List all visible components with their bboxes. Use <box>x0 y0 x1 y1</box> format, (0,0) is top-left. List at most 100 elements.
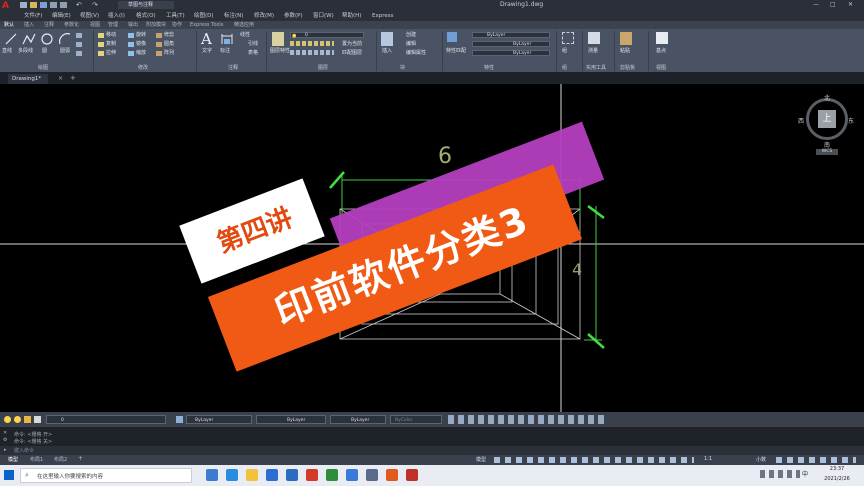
menu-draw[interactable]: 绘图(D) <box>194 11 214 21</box>
app-icon-grey[interactable] <box>366 469 378 481</box>
layout1-tab[interactable]: 布局1 <box>30 456 43 463</box>
minimize-button[interactable]: — <box>813 1 819 8</box>
layer-color-swatch[interactable] <box>34 416 41 423</box>
command-close-icon[interactable]: ✕ <box>3 430 7 436</box>
layer-tools-row-2[interactable] <box>290 50 334 55</box>
status-toggle-icons[interactable] <box>494 457 694 463</box>
tab-parametric[interactable]: 参数化 <box>64 21 79 29</box>
line-button[interactable]: 直线 <box>2 48 12 55</box>
layer-bar-tool-icons[interactable] <box>448 415 608 424</box>
match-layer-button[interactable]: 匹配图层 <box>342 50 362 57</box>
menu-format[interactable]: 格式(O) <box>136 11 156 21</box>
add-layout-icon[interactable]: + <box>78 455 83 462</box>
menu-help[interactable]: 帮助(H) <box>342 11 361 21</box>
app-icon-orange[interactable] <box>386 469 398 481</box>
command-settings-icon[interactable]: ⚙ <box>3 437 7 443</box>
paste-button[interactable]: 粘贴 <box>620 48 630 55</box>
ime-indicator[interactable]: 中 <box>802 469 808 478</box>
tab-default[interactable]: 默认 <box>4 21 14 29</box>
circle-tool-icon[interactable] <box>40 32 54 46</box>
model-space-button[interactable]: 模型 <box>476 456 486 463</box>
layer-bar-layer-dropdown[interactable]: 0 <box>46 415 166 424</box>
insert-block-icon[interactable] <box>381 32 393 46</box>
windows-start-icon[interactable] <box>4 470 14 480</box>
ellipse-icon[interactable] <box>76 51 82 56</box>
insert-button[interactable]: 插入 <box>382 48 392 55</box>
taskbar-date[interactable]: 2021/2/26 <box>814 476 860 482</box>
polyline-button[interactable]: 多段线 <box>18 48 33 55</box>
dimension-tool-icon[interactable] <box>220 32 234 46</box>
fillet-button[interactable]: 圆角 <box>164 41 174 48</box>
array-button[interactable]: 阵列 <box>164 50 174 57</box>
menu-dimension[interactable]: 标注(N) <box>224 11 243 21</box>
polyline-tool-icon[interactable] <box>22 32 36 46</box>
tab-view[interactable]: 视图 <box>90 21 100 29</box>
drawing-canvas[interactable]: 6 4 上 北 南 东 西 WCS <box>0 84 864 412</box>
viewcube-east[interactable]: 东 <box>848 116 854 125</box>
layout2-tab[interactable]: 布局2 <box>54 456 67 463</box>
app-icon-green[interactable] <box>326 469 338 481</box>
tab-output[interactable]: 输出 <box>128 21 138 29</box>
stretch-button[interactable]: 拉伸 <box>106 50 116 57</box>
menu-parametric[interactable]: 参数(P) <box>284 11 303 21</box>
layer-properties-button[interactable]: 图层特性 <box>270 48 290 55</box>
edge-browser-icon[interactable] <box>226 469 238 481</box>
browser-icon[interactable] <box>346 469 358 481</box>
print-icon[interactable] <box>60 2 67 8</box>
units-display[interactable]: 小数 <box>756 456 766 463</box>
viewcube-top-face[interactable]: 上 <box>818 110 836 128</box>
maximize-button[interactable]: □ <box>830 1 836 8</box>
text-button[interactable]: 文字 <box>202 48 212 55</box>
mirror-button[interactable]: 镜像 <box>136 41 146 48</box>
annotation-scale[interactable]: 1:1 <box>704 456 712 462</box>
rotate-button[interactable]: 旋转 <box>136 32 146 39</box>
measure-button[interactable]: 测量 <box>588 48 598 55</box>
group-button[interactable]: 组 <box>562 48 567 55</box>
match-properties-icon[interactable] <box>447 32 457 42</box>
workspace-switcher[interactable]: 草图与注释 <box>118 1 174 9</box>
layer-on-icon[interactable] <box>4 416 11 423</box>
menu-view[interactable]: 视图(V) <box>80 11 99 21</box>
autocad-logo-icon[interactable]: A <box>2 1 12 11</box>
arc-button[interactable]: 圆弧 <box>60 48 70 55</box>
base-view-icon[interactable] <box>656 32 668 44</box>
menu-modify[interactable]: 修改(M) <box>254 11 274 21</box>
undo-icon[interactable]: ↶ <box>76 1 82 9</box>
linear-button[interactable]: 线性 <box>240 32 250 39</box>
arc-tool-icon[interactable] <box>58 32 72 46</box>
viewcube-south[interactable]: 南 <box>824 140 830 149</box>
leader-button[interactable]: 引线 <box>248 41 258 48</box>
line-tool-icon[interactable] <box>4 32 18 46</box>
model-tab[interactable]: 模型 <box>8 456 18 463</box>
table-button[interactable]: 表格 <box>248 50 258 57</box>
drawing-tab[interactable]: Drawing1* <box>8 74 48 84</box>
tab-manage[interactable]: 管理 <box>108 21 118 29</box>
linetype-dropdown[interactable]: ByLayer <box>472 41 550 47</box>
menu-edit[interactable]: 编辑(E) <box>52 11 71 21</box>
layer-bar-linetype-dropdown[interactable]: ByLayer <box>256 415 326 424</box>
freeze-icon[interactable] <box>14 416 21 423</box>
menu-tools[interactable]: 工具(T) <box>166 11 185 21</box>
edit-attributes-button[interactable]: 编辑属性 <box>406 50 426 57</box>
layer-dropdown[interactable]: 0 <box>290 32 364 38</box>
app-icon-red[interactable] <box>306 469 318 481</box>
wcs-menu[interactable]: WCS <box>816 149 838 155</box>
viewcube-north[interactable]: 北 <box>824 93 830 102</box>
lock-icon[interactable] <box>24 416 31 423</box>
menu-file[interactable]: 文件(F) <box>24 11 42 21</box>
command-input[interactable]: ▸ 键入命令 <box>0 446 864 455</box>
dimension-button[interactable]: 标注 <box>220 48 230 55</box>
text-tool-icon[interactable]: A <box>201 30 212 48</box>
viewcube-west[interactable]: 西 <box>798 116 804 125</box>
menu-window[interactable]: 窗口(W) <box>313 11 334 21</box>
scale-button[interactable]: 缩放 <box>136 50 146 57</box>
tab-collaborate[interactable]: 协作 <box>172 21 182 29</box>
status-tray-icons[interactable] <box>776 457 856 463</box>
hatch-icon[interactable] <box>76 42 82 47</box>
layer-bar-icon[interactable] <box>176 416 183 423</box>
layer-bar-lineweight-dropdown[interactable]: ByLayer <box>330 415 386 424</box>
plot-style-dropdown[interactable]: ByColor <box>390 415 442 424</box>
new-file-icon[interactable] <box>20 2 27 8</box>
lineweight-dropdown[interactable]: ByLayer <box>472 50 550 56</box>
file-explorer-icon[interactable] <box>246 469 258 481</box>
